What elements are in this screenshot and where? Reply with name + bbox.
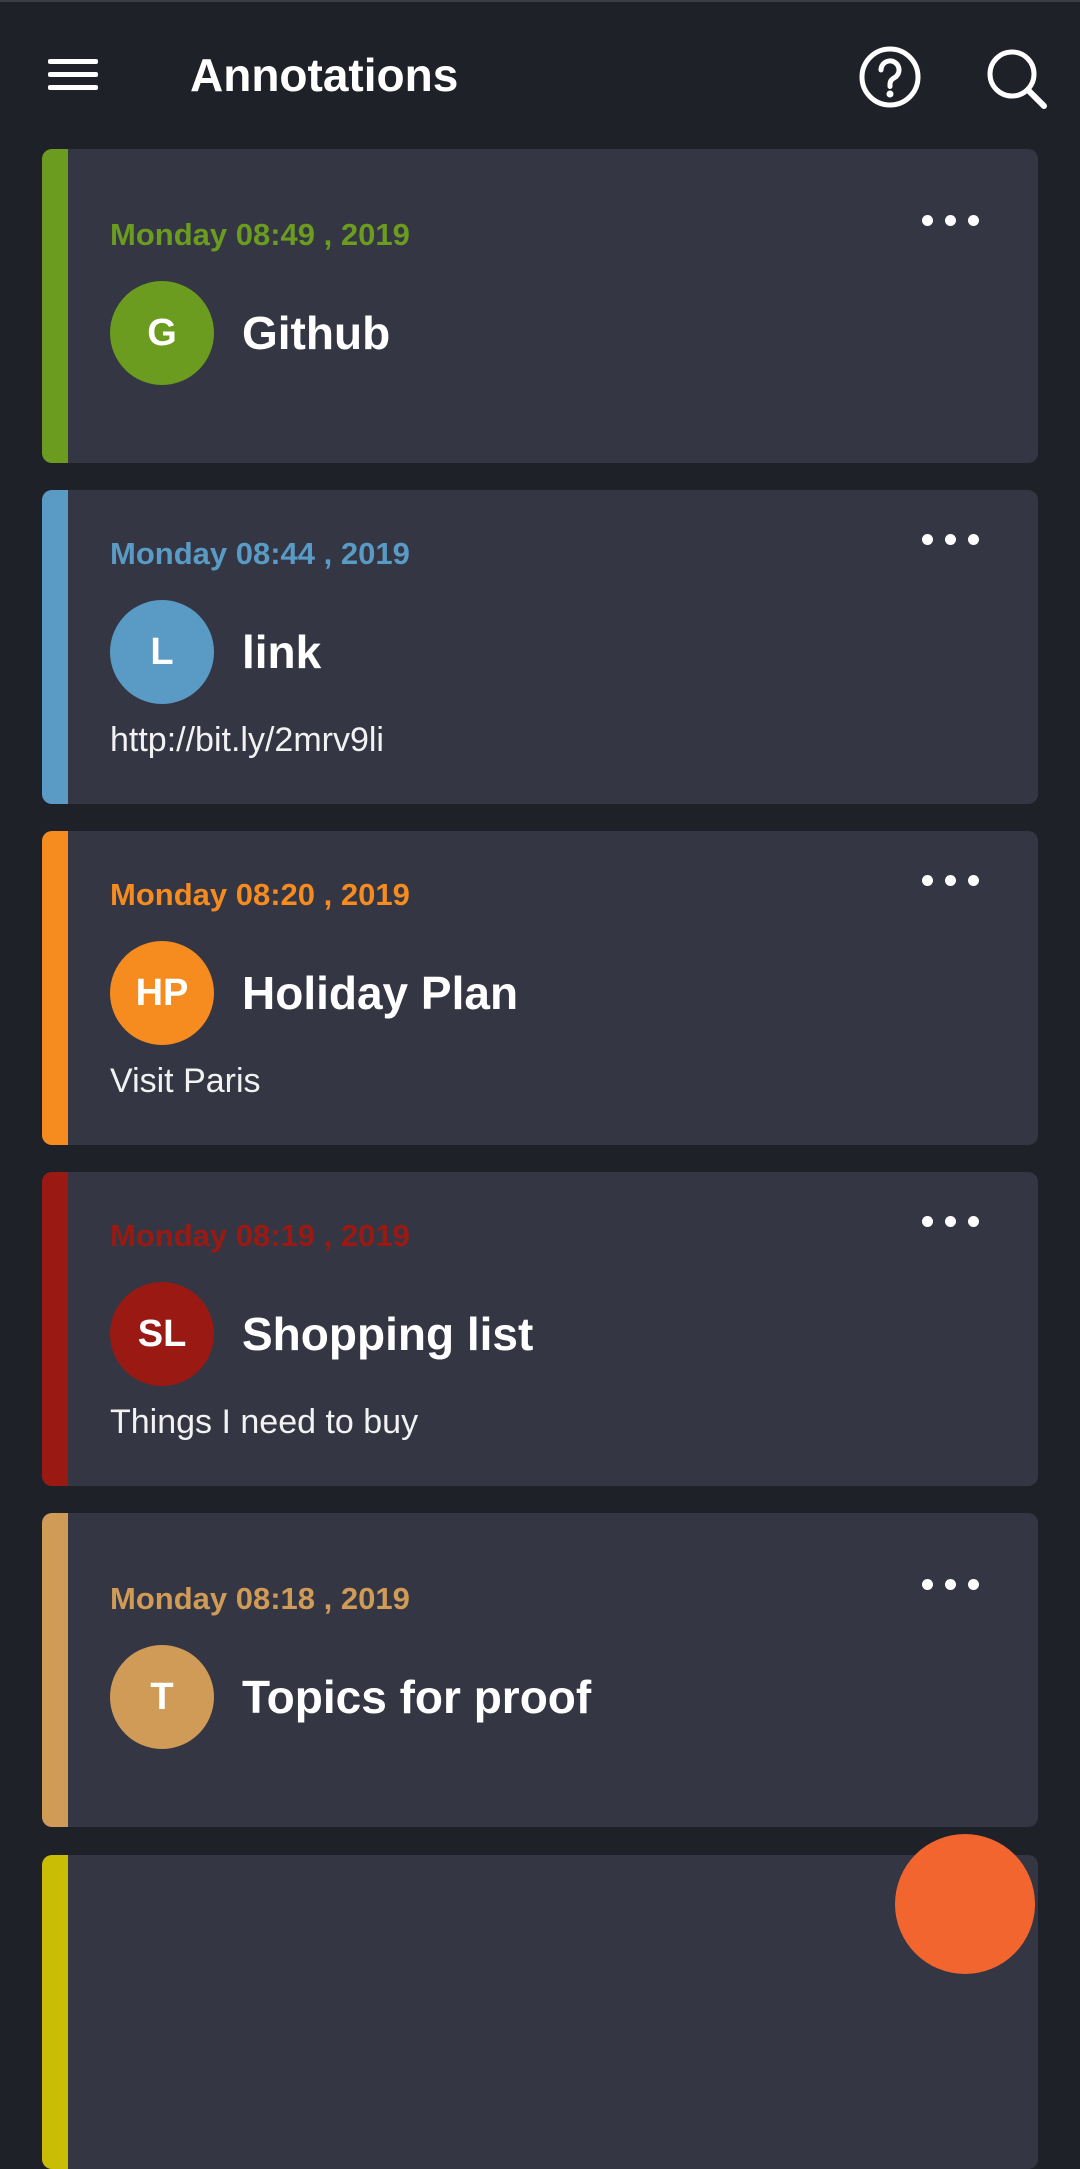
- note-avatar: T: [110, 1645, 214, 1749]
- add-note-button[interactable]: [895, 1834, 1035, 1974]
- note-title: Github: [242, 307, 391, 359]
- more-options-icon[interactable]: [922, 520, 992, 560]
- note-date: Monday 08:20 , 2019: [110, 877, 410, 912]
- note-card-topics-for-proof[interactable]: Monday 08:18 , 2019 T Topics for proof: [42, 1513, 1038, 1827]
- note-title: Topics for proof: [242, 1671, 592, 1723]
- app-bar: Annotations: [0, 2, 1080, 148]
- note-card-link[interactable]: Monday 08:44 , 2019 L link http://bit.ly…: [42, 490, 1038, 804]
- page-title: Annotations: [190, 49, 459, 101]
- more-options-icon[interactable]: [922, 1202, 992, 1242]
- help-icon[interactable]: [858, 45, 922, 109]
- menu-icon[interactable]: [48, 59, 98, 91]
- note-title: link: [242, 626, 322, 678]
- note-title: Shopping list: [242, 1308, 534, 1360]
- note-description: http://bit.ly/2mrv9li: [110, 721, 384, 759]
- search-icon[interactable]: [984, 46, 1050, 112]
- note-date: Monday 08:49 , 2019: [110, 217, 410, 252]
- note-avatar: G: [110, 281, 214, 385]
- note-avatar: SL: [110, 1282, 214, 1386]
- more-options-icon[interactable]: [922, 201, 992, 241]
- note-card-github[interactable]: Monday 08:49 , 2019 G Github: [42, 149, 1038, 463]
- note-description: Visit Paris: [110, 1062, 261, 1100]
- note-date: Monday 08:44 , 2019: [110, 536, 410, 571]
- note-card-holiday-plan[interactable]: Monday 08:20 , 2019 HP Holiday Plan Visi…: [42, 831, 1038, 1145]
- note-color-stripe: [42, 1513, 68, 1827]
- note-avatar: HP: [110, 941, 214, 1045]
- more-options-icon[interactable]: [922, 1565, 992, 1605]
- note-description: Things I need to buy: [110, 1403, 419, 1441]
- note-avatar: L: [110, 600, 214, 704]
- more-options-icon[interactable]: [922, 861, 992, 901]
- note-title: Holiday Plan: [242, 967, 519, 1019]
- note-color-stripe: [42, 1172, 68, 1486]
- note-color-stripe: [42, 1855, 68, 2169]
- note-date: Monday 08:18 , 2019: [110, 1581, 410, 1616]
- note-card-shopping-list[interactable]: Monday 08:19 , 2019 SL Shopping list Thi…: [42, 1172, 1038, 1486]
- note-date: Monday 08:19 , 2019: [110, 1218, 410, 1253]
- note-color-stripe: [42, 490, 68, 804]
- note-color-stripe: [42, 149, 68, 463]
- note-card-partial[interactable]: [42, 1855, 1038, 2169]
- note-color-stripe: [42, 831, 68, 1145]
